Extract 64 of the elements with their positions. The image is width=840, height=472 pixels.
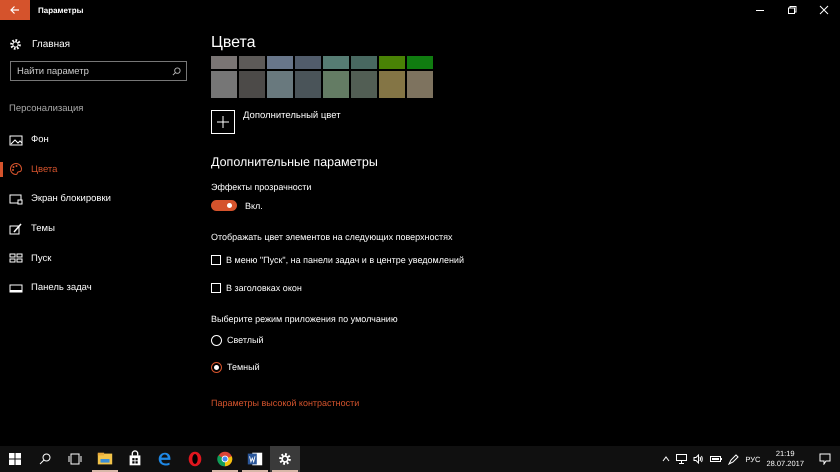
color-swatch[interactable]	[211, 56, 237, 69]
palette-icon	[9, 162, 23, 176]
color-swatch[interactable]	[239, 56, 265, 69]
section-heading: Персонализация	[9, 103, 84, 115]
restore-icon[interactable]	[787, 5, 797, 15]
gear-icon[interactable]	[9, 38, 22, 51]
section-heading: Дополнительные параметры	[211, 155, 379, 169]
brush-icon	[9, 222, 23, 236]
setting-label: Эффекты прозрачности	[211, 182, 312, 192]
back-button[interactable]	[0, 0, 30, 20]
color-swatch[interactable]	[351, 71, 377, 98]
checkbox[interactable]	[211, 283, 221, 293]
toggle-switch[interactable]	[211, 200, 237, 211]
picture-icon	[9, 132, 23, 147]
color-swatch[interactable]	[379, 56, 405, 69]
sidebar-item[interactable]: Цвета	[0, 154, 200, 184]
windows-logo-icon[interactable]	[9, 453, 21, 465]
sidebar-item[interactable]: Темы	[0, 214, 200, 244]
sidebar-item[interactable]: Фон	[0, 125, 200, 155]
chevron-up-icon[interactable]	[662, 456, 670, 462]
color-swatch[interactable]	[407, 56, 433, 69]
checkbox[interactable]	[211, 255, 221, 265]
volume-icon[interactable]	[693, 454, 704, 464]
pen-icon[interactable]	[728, 454, 740, 464]
color-swatch[interactable]	[211, 71, 237, 98]
search-field[interactable]: Найти параметр	[10, 61, 187, 81]
setting-label: Отображать цвет элементов на следующих поверхностях	[211, 232, 454, 242]
contrast-link[interactable]: Параметры высокой контрастности	[211, 398, 464, 408]
lock-screen-icon	[9, 192, 23, 206]
window-title: Параметры	[38, 6, 84, 14]
home-link[interactable]: Главная	[32, 39, 70, 50]
color-swatch[interactable]	[295, 56, 321, 69]
checkbox-label: В заголовках окон	[226, 283, 302, 293]
plus-icon	[217, 116, 229, 128]
color-swatch[interactable]	[239, 71, 265, 98]
color-swatch[interactable]	[351, 56, 377, 69]
checkbox-label: В меню "Пуск", на панели задач и в центре уведомлений	[226, 255, 464, 265]
task-view-icon[interactable]	[68, 453, 82, 465]
radio-label: Темный	[227, 362, 260, 372]
color-swatch[interactable]	[379, 71, 405, 98]
custom-color-label: Дополнительный цвет	[243, 110, 341, 123]
color-swatch[interactable]	[295, 71, 321, 98]
monitor-icon[interactable]	[676, 454, 688, 464]
gear-icon[interactable]	[270, 446, 300, 472]
toggle-state: Вкл.	[245, 200, 263, 210]
page-title: Цвета	[211, 34, 257, 53]
radio-label: Светлый	[227, 335, 264, 345]
setting-label: Выберите режим приложения по умолчанию	[211, 314, 399, 324]
tiles-icon	[9, 251, 23, 266]
close-icon[interactable]	[819, 5, 829, 15]
sidebar-item[interactable]: Панель задач	[0, 272, 200, 303]
add-color-button[interactable]	[211, 110, 235, 134]
sidebar-item[interactable]: Экран блокировки	[0, 184, 200, 214]
back-arrow-icon	[10, 5, 20, 15]
color-swatch[interactable]	[267, 56, 293, 69]
radio-button[interactable]	[211, 362, 222, 372]
color-swatch[interactable]	[267, 71, 293, 98]
battery-icon[interactable]	[710, 455, 722, 463]
sidebar-item[interactable]: Пуск	[0, 243, 200, 273]
search-icon[interactable]	[39, 453, 51, 465]
color-swatch[interactable]	[323, 56, 349, 69]
color-swatch[interactable]	[323, 71, 349, 98]
color-swatch[interactable]	[407, 71, 433, 98]
search-icon	[172, 66, 181, 76]
